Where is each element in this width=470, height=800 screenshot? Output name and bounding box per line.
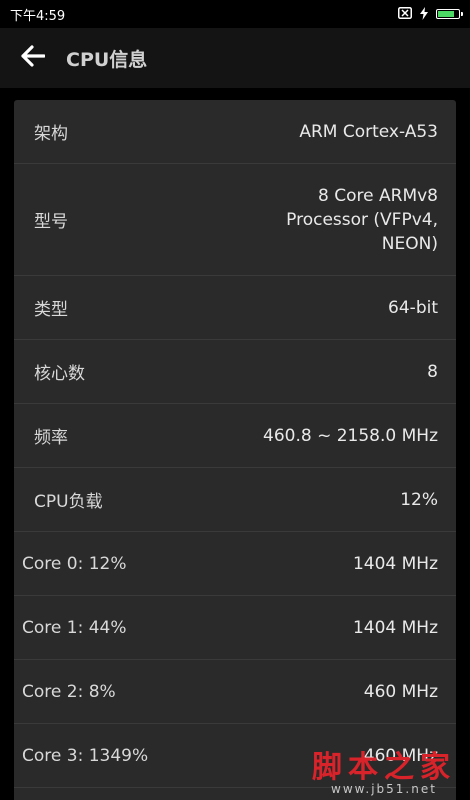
info-row-type: 类型 64-bit <box>14 276 456 340</box>
row-value: 64-bit <box>388 297 438 318</box>
arrow-left-icon <box>21 45 46 71</box>
row-label: 核心数 <box>34 364 85 384</box>
info-row-model: 型号 8 Core ARMv8 Processor (VFPv4, NEON) <box>14 164 456 276</box>
info-row-frequency: 频率 460.8 ~ 2158.0 MHz <box>14 404 456 468</box>
row-label: 类型 <box>34 300 68 320</box>
status-time: 下午4:59 <box>10 8 66 24</box>
row-label: 架构 <box>34 124 68 144</box>
row-value: 8 <box>427 361 438 382</box>
content-area[interactable]: 架构 ARM Cortex-A53 型号 8 Core ARMv8 Proces… <box>0 88 470 800</box>
cpu-info-card: 架构 ARM Cortex-A53 型号 8 Core ARMv8 Proces… <box>14 100 456 800</box>
core-row-0: Core 0: 12% 1404 MHz <box>14 532 456 596</box>
page-title: CPU信息 <box>66 48 148 71</box>
battery-level <box>438 11 454 17</box>
battery-icon <box>436 9 463 19</box>
core-frequency: 1404 MHz <box>352 617 438 638</box>
core-label: Core 2: 8% <box>22 681 116 702</box>
row-label: CPU负载 <box>34 492 103 512</box>
core-label: Core 1: 44% <box>22 617 127 638</box>
row-label: 频率 <box>34 428 68 448</box>
core-label: Core 3: 1349% <box>22 745 149 766</box>
core-row-1: Core 1: 44% 1404 MHz <box>14 596 456 660</box>
status-icons <box>398 6 463 22</box>
core-frequency: 460 MHz <box>363 745 438 766</box>
core-label: Core 0: 12% <box>22 553 127 574</box>
info-row-architecture: 架构 ARM Cortex-A53 <box>14 100 456 164</box>
core-frequency: 1404 MHz <box>352 553 438 574</box>
row-value: 12% <box>400 489 438 510</box>
row-value: 460.8 ~ 2158.0 MHz <box>263 425 438 446</box>
info-row-cpu-load: CPU负载 12% <box>14 468 456 532</box>
core-row-3: Core 3: 1349% 460 MHz <box>14 724 456 788</box>
core-frequency: 460 MHz <box>363 681 438 702</box>
info-row-core-count: 核心数 8 <box>14 340 456 404</box>
notification-off-icon <box>398 7 412 21</box>
row-label: 型号 <box>34 212 68 232</box>
app-bar: CPU信息 <box>0 28 470 88</box>
status-bar: 下午4:59 <box>0 0 470 28</box>
row-value: ARM Cortex-A53 <box>299 121 438 142</box>
charging-icon <box>420 6 428 22</box>
core-row-2: Core 2: 8% 460 MHz <box>14 660 456 724</box>
back-button[interactable] <box>0 28 66 88</box>
row-value: 8 Core ARMv8 Processor (VFPv4, NEON) <box>286 185 438 254</box>
